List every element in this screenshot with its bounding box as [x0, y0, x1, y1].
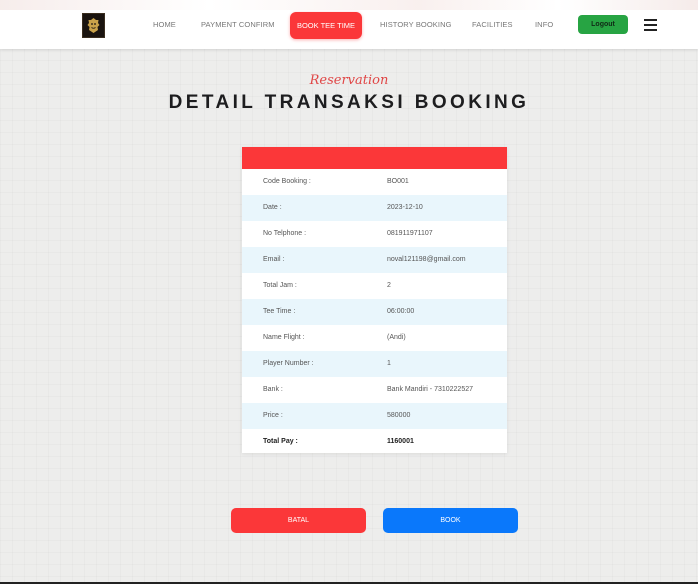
detail-label: Email : [263, 256, 285, 263]
detail-label: Total Pay : [263, 438, 298, 445]
detail-value: BO001 [387, 178, 409, 185]
nav-home[interactable]: HOME [153, 20, 176, 29]
detail-label: Player Number : [263, 360, 314, 367]
detail-row-bank: Bank : Bank Mandiri - 7310222527 [242, 377, 507, 403]
hamburger-bar [644, 29, 657, 31]
detail-row-player-number: Player Number : 1 [242, 351, 507, 377]
book-button[interactable]: BOOK [383, 508, 518, 533]
lion-crest-icon [87, 18, 100, 33]
detail-row-tee-time: Tee Time : 06:00:00 [242, 299, 507, 325]
detail-value: (Andi) [387, 334, 406, 341]
detail-value: 580000 [387, 412, 411, 419]
hamburger-bar [644, 19, 657, 21]
detail-row-date: Date : 2023-12-10 [242, 195, 507, 221]
nav-book-tee-time[interactable]: BOOK TEE TIME [290, 12, 362, 39]
detail-value: 1 [387, 360, 391, 367]
navbar-backdrop [0, 0, 698, 10]
hamburger-bar [644, 24, 657, 26]
detail-label: Code Booking : [263, 178, 311, 185]
detail-row-email: Email : noval121198@gmail.com [242, 247, 507, 273]
detail-value: noval121198@gmail.com [387, 256, 466, 263]
detail-label: Bank : [263, 386, 283, 393]
club-logo[interactable] [82, 13, 105, 38]
detail-row-total-jam: Total Jam : 2 [242, 273, 507, 299]
cancel-button[interactable]: BATAL [231, 508, 366, 533]
detail-row-telephone: No Telphone : 081911971107 [242, 221, 507, 247]
logout-button[interactable]: Logout [578, 15, 628, 34]
section-subtitle: Reservation [309, 73, 389, 88]
detail-row-total-pay: Total Pay : 1160001 [242, 429, 507, 455]
nav-facilities[interactable]: FACILITIES [472, 20, 513, 29]
top-navbar: HOME PAYMENT CONFIRM BOOK TEE TIME HISTO… [0, 0, 698, 49]
detail-label: Name Flight : [263, 334, 305, 341]
nav-history-booking[interactable]: HISTORY BOOKING [380, 20, 452, 29]
detail-value: 2023-12-10 [387, 204, 423, 211]
detail-label: Total Jam : [263, 282, 297, 289]
detail-label: Price : [263, 412, 283, 419]
hamburger-menu-icon[interactable] [644, 19, 657, 31]
detail-label: Date : [263, 204, 282, 211]
detail-value: 06:00:00 [387, 308, 415, 315]
nav-payment-confirm[interactable]: PAYMENT CONFIRM [201, 20, 275, 29]
detail-value: 2 [387, 282, 391, 289]
detail-label: No Telphone : [263, 230, 307, 237]
card-header-bar [242, 147, 507, 169]
detail-value: 081911971107 [387, 230, 433, 237]
page-title: DETAIL TRANSAKSI BOOKING [168, 92, 530, 113]
booking-detail-card: Code Booking : BO001 Date : 2023-12-10 N… [242, 147, 507, 453]
detail-value: Bank Mandiri - 7310222527 [387, 386, 474, 393]
detail-row-name-flight: Name Flight : (Andi) [242, 325, 507, 351]
detail-row-code-booking: Code Booking : BO001 [242, 169, 507, 195]
detail-label: Tee Time : [263, 308, 296, 315]
detail-row-price: Price : 580000 [242, 403, 507, 429]
detail-value: 1160001 [387, 438, 414, 445]
nav-info[interactable]: INFO [535, 20, 553, 29]
